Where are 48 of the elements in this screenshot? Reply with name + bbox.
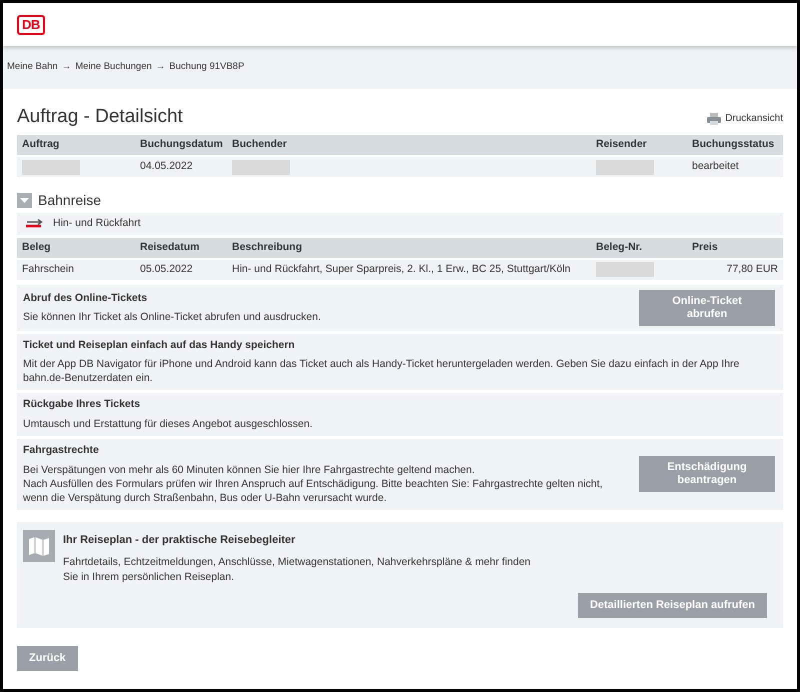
column-header: Beschreibung (227, 238, 591, 258)
column-header: Buchungsdatum (135, 135, 227, 155)
page-title: Auftrag - Detailsicht (17, 105, 183, 129)
breadcrumb-separator: → (156, 61, 166, 74)
redacted-block (22, 160, 80, 174)
column-header: Buchungsstatus (687, 135, 783, 155)
block-title: Rückgabe Ihres Tickets (23, 398, 142, 412)
column-header: Beleg (17, 238, 135, 258)
block-text: Nach Ausfüllen des Formulars prüfen wir Ihren Anspruch auf Entschädigung. Bitte beachten Sie: Fahrgastrechte gelten nicht, wenn die Verspätung durch Straßenbahn, Bus oder U-Bahn verursacht wurde. (23, 476, 604, 505)
print-view-link[interactable]: Druckansicht (707, 112, 783, 125)
redacted-block (596, 262, 654, 278)
table-cell: 77,80 EUR (687, 260, 783, 280)
column-header: Auftrag (17, 135, 135, 155)
redacted-block (596, 160, 654, 174)
travel-plan-title: Ihr Reiseplan - der praktische Reisebegleiter (63, 534, 296, 547)
table-cell: Fahrschein (17, 260, 135, 280)
column-header: Beleg-Nr. (591, 238, 687, 258)
breadcrumb-separator: → (62, 61, 72, 74)
block-text: Mit der App DB Navigator für iPhone und Android kann das Ticket auch als Handy-Ticket heruntergeladen werden. Geben Sie dazu einfach in der App Ihre bahn.de-Benutzerdaten ein. (23, 357, 740, 386)
action-button[interactable]: Entschädigung beantragen (639, 456, 775, 492)
block-text: Umtausch und Erstattung für dieses Angebot ausgeschlossen. (23, 417, 314, 432)
round-trip-arrows-icon (23, 219, 45, 229)
breadcrumb-link[interactable]: Meine Buchungen (75, 61, 152, 74)
column-header: Reisender (591, 135, 687, 155)
breadcrumb-link[interactable]: Buchung 91VB8P (169, 61, 244, 74)
travel-plan-description: Fahrtdetails, Echtzeitmeldungen, Anschlüsse, Mietwagenstationen, Nahverkehrspläne & mehr finden Sie in Ihrem persönlichen Reiseplan. (63, 554, 532, 585)
table-cell: Hin- und Rückfahrt, Super Sparpreis, 2. Kl., 1 Erw., BC 25, Stuttgart/Köln (227, 260, 591, 280)
travel-plan-button[interactable]: Detaillierten Reiseplan aufrufen (578, 592, 767, 618)
column-header: Preis (687, 238, 783, 258)
block-text: Sie können Ihr Ticket als Online-Ticket abrufen und ausdrucken. (23, 310, 322, 324)
column-header: Reisedatum (135, 238, 227, 258)
collapse-toggle-icon[interactable] (17, 192, 32, 208)
table-cell: bearbeitet (687, 157, 783, 177)
action-button[interactable]: Online-Ticket abrufen (639, 290, 775, 326)
breadcrumb-link[interactable]: Meine Bahn (7, 61, 58, 74)
table-cell: 04.05.2022 (135, 157, 227, 177)
block-text: Bei Verspätungen von mehr als 60 Minuten können Sie hier Ihre Fahrgastrechte geltend machen. (23, 462, 476, 477)
block-title: Fahrgastrechte (23, 444, 100, 457)
printer-icon (707, 112, 722, 124)
back-button[interactable]: Zurück (17, 646, 78, 671)
block-title: Ticket und Reiseplan einfach auf das Handy speichern (23, 338, 296, 352)
table-cell: 05.05.2022 (135, 260, 227, 280)
block-title: Abruf des Online-Tickets (23, 292, 148, 304)
db-logo[interactable]: DB (17, 14, 45, 34)
redacted-block (232, 160, 290, 174)
section-title: Bahnreise (38, 191, 102, 210)
trip-type: Hin- und Rückfahrt (53, 217, 141, 231)
column-header: Buchender (227, 135, 591, 155)
